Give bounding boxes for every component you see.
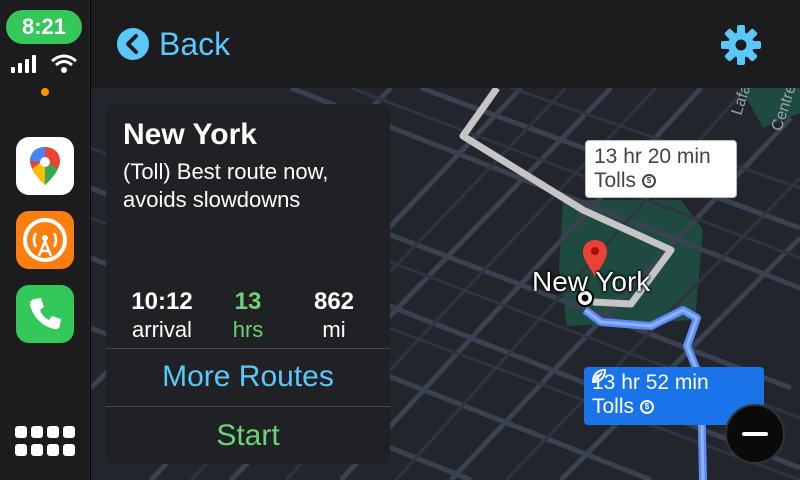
route-summary-card: New York (Toll) Best route now, avoids s…: [106, 104, 390, 464]
arrival-time: 10:12: [131, 288, 193, 315]
toll-icon: $: [640, 400, 655, 415]
app-grid-icon[interactable]: [14, 424, 76, 460]
privacy-indicator-dot: [41, 88, 49, 96]
route-stats: 10:12 arrival 13 hrs 862 mi: [106, 288, 390, 344]
start-button[interactable]: Start: [106, 408, 390, 464]
alternate-route-tolls: Tolls: [594, 169, 637, 192]
back-label: Back: [159, 25, 231, 62]
clock: 8:21: [6, 10, 82, 44]
zoom-out-button[interactable]: [725, 404, 785, 464]
arrival-label: arrival: [132, 317, 192, 342]
carplay-dock: 8:21: [0, 0, 90, 480]
more-routes-button[interactable]: More Routes: [106, 349, 390, 405]
navigation-header: Back: [91, 0, 800, 88]
route-description: (Toll) Best route now, avoids slowdowns: [123, 159, 329, 212]
alternate-route-duration: 13 hr 20 min: [594, 145, 711, 168]
toll-icon: $: [642, 174, 657, 189]
map-city-label: New York: [532, 266, 651, 297]
distance-unit: mi: [322, 317, 346, 342]
duration-unit: hrs: [232, 317, 264, 342]
distance-value: 862: [313, 288, 355, 315]
google-maps-icon[interactable]: [16, 137, 74, 195]
duration-value: 13: [234, 288, 262, 315]
main-route-duration: 13 hr 52 min: [592, 371, 709, 394]
duration-stat: 13 hrs: [218, 288, 278, 344]
phone-icon[interactable]: [16, 285, 74, 343]
alternate-route-callout[interactable]: 13 hr 20 min Tolls $: [585, 140, 737, 198]
signal-wifi-icon: [11, 54, 77, 73]
main-route-tolls: Tolls: [592, 395, 635, 418]
chevron-left-icon: [117, 28, 149, 60]
back-button[interactable]: Back: [117, 24, 230, 64]
divider: [106, 406, 390, 407]
distance-stat: 862 mi: [278, 288, 390, 344]
gear-icon[interactable]: [720, 24, 762, 66]
minus-icon: [742, 432, 768, 436]
eco-leaf-icon: [591, 368, 607, 384]
overcast-icon[interactable]: [16, 211, 74, 269]
arrival-stat: 10:12 arrival: [106, 288, 218, 344]
destination-title: New York: [123, 118, 257, 151]
